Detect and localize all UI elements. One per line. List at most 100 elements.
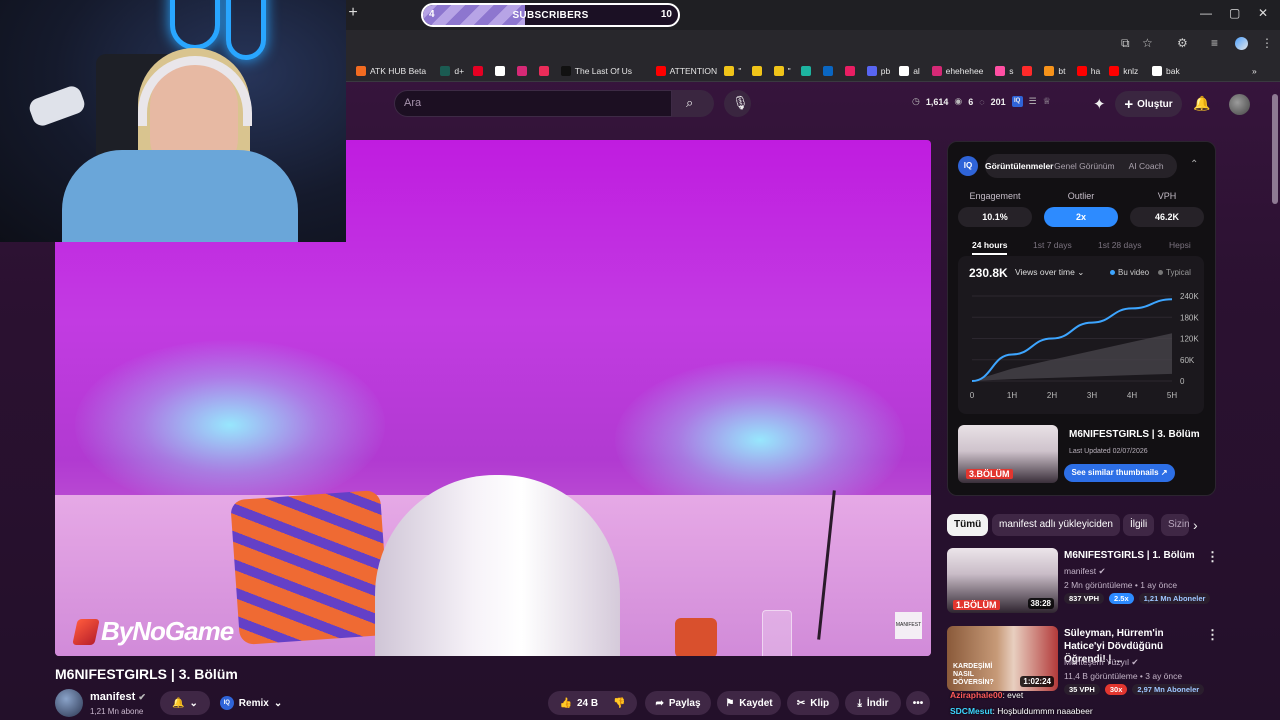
maximize-button[interactable]: ▢ xyxy=(1229,6,1240,20)
bookmark-13[interactable] xyxy=(844,64,859,78)
y-tick-label: 60K xyxy=(1180,356,1195,365)
like-icon[interactable]: 👍 xyxy=(559,698,571,709)
chip-related[interactable]: İlgili xyxy=(1123,514,1155,536)
range-7-days[interactable]: 1st 7 days xyxy=(1033,240,1072,250)
bookmark-0[interactable]: ATK HUB Beta xyxy=(356,64,426,78)
rec-menu-icon-1[interactable]: ⋮ xyxy=(1206,549,1219,565)
bookmark-7[interactable]: ATTENTION xyxy=(655,64,717,78)
metric-vph-value: 46.2K xyxy=(1130,207,1204,227)
trophy-icon[interactable]: ♕ xyxy=(1043,96,1051,107)
remix-button[interactable]: IQ Remix ⌄ xyxy=(216,691,286,715)
rec-thumbnail-1[interactable]: 1.BÖLÜM 38:28 xyxy=(947,548,1058,613)
range-all[interactable]: Hepsi xyxy=(1169,240,1191,250)
metric-outlier-label: Outlier xyxy=(1067,191,1095,201)
bookmark-22[interactable]: bak xyxy=(1152,64,1180,78)
microphone-icon: 🎙 xyxy=(732,95,749,110)
clip-button[interactable]: ✂ Klip xyxy=(787,691,839,715)
bookmark-18[interactable] xyxy=(1022,64,1036,78)
new-tab-button[interactable]: + xyxy=(346,4,360,24)
notifications-bell-icon[interactable]: 🔔 xyxy=(1193,95,1210,112)
bookmark-favicon-icon xyxy=(560,66,571,76)
bookmark-9[interactable] xyxy=(751,64,766,78)
media-controls-icon[interactable]: ≡ xyxy=(1211,36,1218,50)
rec-title-1[interactable]: M6NIFESTGIRLS | 1. Bölüm xyxy=(1064,549,1204,562)
close-window-button[interactable]: ✕ xyxy=(1258,6,1268,20)
views-chart: 240K 180K 120K 60K 0 0 1H 2H 3H 4H 5H xyxy=(970,292,1200,400)
bookmark-10[interactable]: " xyxy=(773,64,791,78)
bookmark-19[interactable]: bt xyxy=(1044,64,1065,78)
address-bar[interactable] xyxy=(346,30,1280,58)
chevron-down-icon: ⌄ xyxy=(189,697,198,709)
see-similar-thumbnails-button[interactable]: See similar thumbnails ↗ xyxy=(1064,464,1175,482)
voice-search-button[interactable]: 🎙 xyxy=(724,90,751,117)
extensions-icon[interactable]: ⚙ xyxy=(1177,36,1188,50)
account-avatar[interactable] xyxy=(1229,94,1250,115)
bookmark-20[interactable]: ha xyxy=(1076,64,1100,78)
chip-from-uploader[interactable]: manifest adlı yükleyiciden xyxy=(992,514,1120,536)
range-24-hours[interactable]: 24 hours xyxy=(972,240,1008,255)
chat-text-2: : Hoşbuldummm naaabeer xyxy=(992,706,1093,716)
current-thumbnail[interactable]: 3.BÖLÜM xyxy=(958,425,1058,483)
chip-all[interactable]: Tümü xyxy=(947,514,989,536)
iq-extension-icon[interactable]: IQ xyxy=(1011,96,1023,107)
tab-views[interactable]: Görüntülenmeler xyxy=(985,161,1053,171)
bookmark-3[interactable] xyxy=(494,64,509,78)
profile-avatar[interactable] xyxy=(1235,37,1248,50)
bookmark-5[interactable] xyxy=(538,64,553,78)
iq-tabs: Görüntülenmeler Genel Görünüm AI Coach xyxy=(985,154,1177,178)
bookmark-label: al xyxy=(913,66,920,76)
create-button[interactable]: + Oluştur xyxy=(1115,91,1182,117)
more-actions-button[interactable]: ••• xyxy=(906,691,930,715)
menu-icon[interactable]: ⋮ xyxy=(1261,36,1273,50)
cast-icon[interactable]: ⧉ xyxy=(1121,36,1130,51)
x-tick-label: 5H xyxy=(1167,391,1177,400)
save-button[interactable]: ⚑ Kaydet xyxy=(717,691,781,715)
range-28-days[interactable]: 1st 28 days xyxy=(1098,240,1141,250)
bookmark-12[interactable] xyxy=(822,64,837,78)
share-button[interactable]: ➦ Paylaş xyxy=(645,691,711,715)
page-scrollbar[interactable] xyxy=(1272,94,1278,204)
eye-icon: ◉ xyxy=(954,96,963,106)
bookmark-6[interactable]: The Last Of Us xyxy=(560,64,632,78)
rec-thumbnail-2[interactable]: KARDEŞİMİ NASIL DÖVERSİN? 1:02:24 xyxy=(947,626,1058,691)
bookmark-4[interactable] xyxy=(516,64,531,78)
rec-channel-1[interactable]: manifest ✔ xyxy=(1064,566,1106,577)
dislike-icon[interactable]: 👎 xyxy=(613,698,625,709)
thumbnail-updated: Last Updated 02/07/2026 xyxy=(1069,448,1148,455)
download-button[interactable]: ⤓ İndir xyxy=(845,691,901,715)
bookmarks-more-button[interactable]: » xyxy=(1252,64,1257,78)
bookmark-21[interactable]: knlz xyxy=(1109,64,1138,78)
search-input[interactable]: Ara xyxy=(404,97,421,109)
rec-channel-2[interactable]: Muhteşem Yüzyıl ✔ xyxy=(1064,657,1139,668)
subscription-bell-button[interactable]: 🔔 ⌄ xyxy=(160,691,210,715)
bookmark-label: bak xyxy=(1166,66,1180,76)
channel-avatar[interactable] xyxy=(55,689,83,717)
sparkle-icon[interactable]: ✦ xyxy=(1093,95,1106,113)
minimize-button[interactable]: — xyxy=(1200,6,1212,20)
bookmark-17[interactable]: s xyxy=(995,64,1013,78)
bookmark-8[interactable]: " xyxy=(724,64,741,78)
share-label: Paylaş xyxy=(668,697,701,709)
channel-name[interactable]: manifest ✔ xyxy=(90,691,146,703)
like-count[interactable]: 24 B xyxy=(577,698,598,709)
bookmark-16[interactable]: ehehehee xyxy=(931,64,983,78)
bookmark-15[interactable]: al xyxy=(899,64,920,78)
chips-next-arrow-icon[interactable]: › xyxy=(1193,517,1198,533)
chip-for-you[interactable]: Sizin için xyxy=(1161,514,1189,536)
chart-metric-select[interactable]: Views over time ⌄ xyxy=(1015,267,1084,278)
tab-overview[interactable]: Genel Görünüm xyxy=(1053,161,1115,171)
stat-count: 201 xyxy=(990,96,1006,107)
tab-ai-coach[interactable]: AI Coach xyxy=(1115,161,1177,171)
search-box[interactable] xyxy=(394,90,672,117)
bookmark-1[interactable]: d+ xyxy=(440,64,464,78)
rec-badges-1: 837 VPH 2.5x 1,21 Mn Aboneler xyxy=(1064,593,1211,604)
rec-menu-icon-2[interactable]: ⋮ xyxy=(1206,627,1219,643)
bookmark-2[interactable] xyxy=(472,64,487,78)
bookmark-11[interactable] xyxy=(800,64,815,78)
collapse-chevron-icon[interactable]: ⌃ xyxy=(1190,159,1198,170)
bookmark-favicon-icon xyxy=(866,66,877,76)
bookmark-14[interactable]: pb xyxy=(866,64,890,78)
list-icon[interactable]: ☰ xyxy=(1029,96,1037,107)
search-button[interactable]: ⌕ xyxy=(672,90,714,117)
bookmark-star-icon[interactable]: ☆ xyxy=(1142,36,1153,50)
